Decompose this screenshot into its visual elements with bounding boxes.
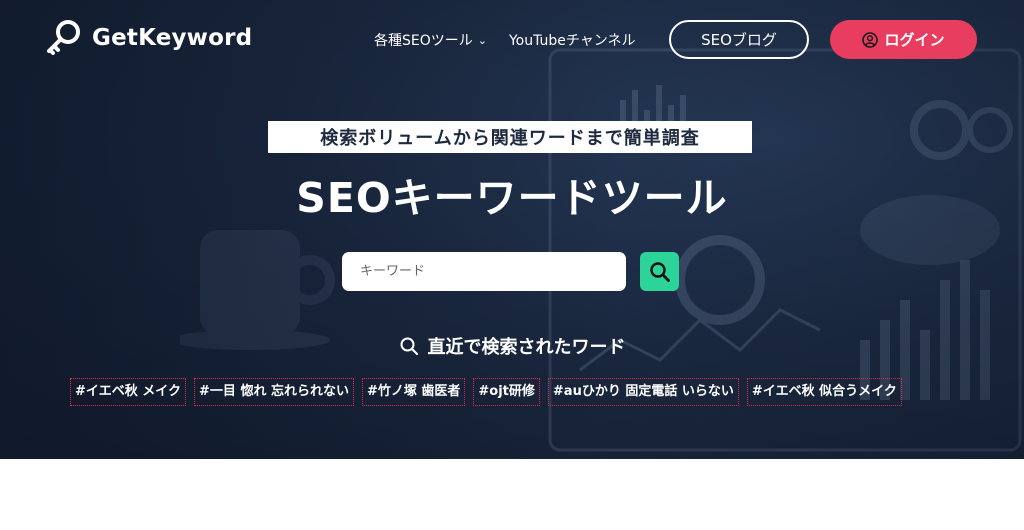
hero-section: GetKeyword 各種SEOツール ⌄ YouTubeチャンネル SEOブロ… (0, 0, 1024, 459)
search-icon (649, 261, 670, 282)
recent-searches-label: 直近で検索されたワード (427, 337, 626, 358)
recent-search-tag[interactable]: #ojt研修 (473, 378, 540, 406)
recent-search-tag[interactable]: #竹ノ塚 歯医者 (361, 378, 466, 406)
login-button-label: ログイン (884, 31, 945, 49)
hero-tagline: 検索ボリュームから関連ワードまで簡単調査 (268, 121, 752, 153)
nav-item-label: 各種SEOツール (374, 33, 473, 49)
chevron-down-icon: ⌄ (477, 33, 487, 47)
recent-search-tag[interactable]: #一目 惚れ 忘れられない (194, 378, 354, 406)
page-title: SEOキーワードツール (296, 174, 728, 222)
seo-blog-button[interactable]: SEOブログ (669, 20, 809, 59)
recent-search-tags: #イエベ秋 メイク #一目 惚れ 忘れられない #竹ノ塚 歯医者 #ojt研修 … (70, 378, 902, 406)
user-circle-icon (862, 31, 879, 48)
search-button[interactable] (640, 252, 679, 291)
brand-name: GetKeyword (92, 25, 253, 51)
recent-searches-heading: 直近で検索されたワード (0, 333, 1024, 359)
main-nav: 各種SEOツール ⌄ YouTubeチャンネル (374, 30, 636, 50)
keyword-search-input[interactable] (342, 252, 626, 291)
search-icon (400, 337, 418, 356)
login-button[interactable]: ログイン (830, 20, 977, 59)
site-logo[interactable]: GetKeyword (44, 18, 252, 58)
recent-search-tag[interactable]: #イエベ秋 メイク (70, 378, 187, 406)
key-icon (47, 20, 80, 55)
recent-search-tag[interactable]: #イエベ秋 似合うメイク (746, 378, 902, 406)
nav-item-seo-tools[interactable]: 各種SEOツール ⌄ (374, 30, 487, 50)
recent-search-tag[interactable]: #auひかり 固定電話 いらない (547, 378, 739, 406)
nav-item-label: YouTubeチャンネル (508, 33, 636, 49)
nav-item-youtube-channel[interactable]: YouTubeチャンネル (509, 30, 636, 50)
